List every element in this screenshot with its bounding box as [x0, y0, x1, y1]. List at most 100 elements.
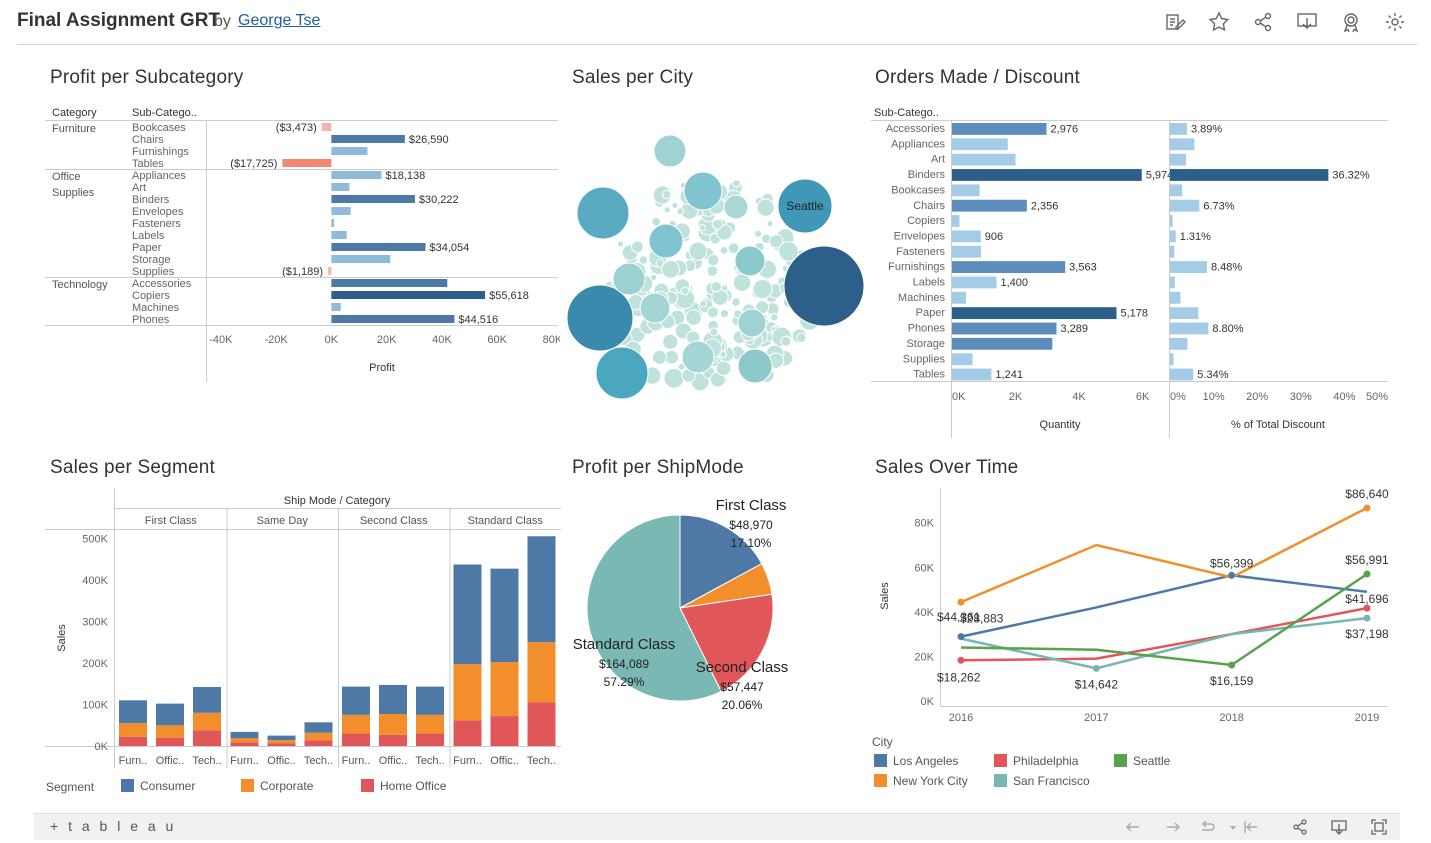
discount-bar[interactable]	[1170, 184, 1183, 197]
reset-icon[interactable]	[1242, 818, 1260, 836]
city-bubble[interactable]	[680, 286, 690, 296]
segment-bar[interactable]	[379, 734, 407, 746]
city-bubble[interactable]	[754, 229, 763, 238]
city-bubble[interactable]	[737, 348, 773, 384]
profit-bar[interactable]	[331, 219, 334, 227]
segment-bar[interactable]	[304, 740, 333, 746]
quantity-bar[interactable]	[952, 199, 1027, 212]
city-bubble[interactable]	[595, 346, 649, 400]
city-bubble[interactable]	[715, 360, 732, 377]
city-bubble[interactable]	[706, 265, 719, 277]
quantity-bar[interactable]	[952, 291, 966, 304]
discount-bar[interactable]	[1170, 276, 1175, 289]
city-legend-new-york[interactable]: New York City	[874, 774, 968, 788]
profit-bar[interactable]	[282, 159, 332, 167]
segment-bar[interactable]	[416, 686, 444, 715]
segment-bar[interactable]	[342, 733, 370, 746]
download-icon[interactable]	[1330, 818, 1348, 836]
segment-bar[interactable]	[527, 702, 556, 746]
discount-bar[interactable]	[1170, 153, 1187, 166]
segment-bar[interactable]	[379, 684, 407, 715]
segment-bar[interactable]	[342, 714, 370, 734]
city-bubble[interactable]	[639, 292, 671, 324]
badge-icon[interactable]	[1340, 11, 1362, 33]
city-bubble[interactable]	[734, 245, 766, 277]
city-bubble[interactable]	[698, 223, 707, 232]
segment-bar[interactable]	[156, 725, 184, 738]
quantity-bar[interactable]	[952, 123, 1047, 135]
quantity-bar[interactable]	[952, 368, 992, 381]
discount-bar[interactable]	[1170, 215, 1173, 227]
segment-bar[interactable]	[156, 737, 184, 746]
point-marker[interactable]	[1363, 614, 1371, 622]
profit-bar[interactable]	[331, 195, 415, 203]
city-bubble[interactable]	[661, 259, 680, 279]
segment-bar[interactable]	[490, 568, 519, 663]
segment-bar[interactable]	[230, 738, 259, 743]
discount-bar[interactable]	[1170, 199, 1200, 212]
city-bubble[interactable]	[711, 218, 723, 230]
profit-bar[interactable]	[328, 267, 332, 275]
city-bubble[interactable]	[651, 349, 668, 365]
profit-shipmode-pie-chart[interactable]: First Class $48,970 17.10% Standard Class $1…	[560, 490, 870, 720]
redo-icon[interactable]	[1164, 818, 1182, 836]
discount-bar[interactable]	[1170, 291, 1181, 304]
city-legend-philadelphia[interactable]: Philadelphia	[994, 754, 1078, 768]
profit-bar[interactable]	[331, 315, 455, 323]
segment-bar[interactable]	[193, 712, 221, 731]
city-bubble[interactable]	[706, 253, 720, 267]
profit-bar[interactable]	[331, 291, 486, 299]
profit-bar[interactable]	[321, 123, 332, 131]
segment-bar[interactable]	[342, 686, 370, 715]
segment-bar[interactable]	[156, 703, 184, 726]
gear-icon[interactable]	[1384, 11, 1406, 33]
city-bubble[interactable]	[710, 280, 723, 293]
segment-bar[interactable]	[119, 736, 147, 746]
city-bubble[interactable]	[783, 245, 865, 327]
profit-bar[interactable]	[331, 243, 426, 251]
quantity-bar[interactable]	[952, 138, 1008, 151]
segment-bar[interactable]	[453, 720, 482, 746]
city-legend-seattle[interactable]: Seattle	[1114, 754, 1170, 768]
point-marker[interactable]	[1092, 664, 1100, 672]
city-bubble[interactable]	[719, 309, 730, 319]
sales-city-bubble-chart[interactable]: Seattle	[560, 120, 870, 410]
point-marker[interactable]	[1363, 570, 1371, 578]
city-bubble[interactable]	[576, 186, 630, 240]
discount-bar[interactable]	[1170, 261, 1207, 273]
fullscreen-icon[interactable]	[1370, 818, 1388, 836]
city-bubble[interactable]	[663, 206, 671, 214]
quantity-bar[interactable]	[952, 230, 981, 243]
discount-bar[interactable]	[1170, 123, 1187, 135]
quantity-bar[interactable]	[952, 261, 1066, 273]
quantity-bar[interactable]	[952, 322, 1057, 335]
city-bubble[interactable]	[766, 220, 774, 228]
city-bubble[interactable]	[648, 223, 684, 259]
segment-bar[interactable]	[119, 723, 147, 737]
profit-bar[interactable]	[331, 279, 448, 287]
city-bubble[interactable]	[685, 309, 702, 326]
city-bubble[interactable]	[796, 332, 807, 344]
profit-bar[interactable]	[331, 207, 351, 215]
city-bubble[interactable]	[612, 262, 646, 296]
segment-bar[interactable]	[267, 740, 296, 744]
point-marker[interactable]	[1363, 504, 1371, 512]
city-bubble[interactable]	[706, 306, 719, 319]
city-bubble[interactable]	[780, 335, 792, 347]
profit-bar[interactable]	[331, 135, 405, 143]
segment-bar[interactable]	[230, 742, 259, 746]
quantity-bar[interactable]	[952, 215, 960, 227]
download-icon[interactable]	[1296, 11, 1318, 33]
city-bubble[interactable]	[663, 367, 685, 389]
share-icon[interactable]	[1252, 11, 1274, 33]
city-bubble[interactable]	[752, 278, 773, 300]
city-bubble[interactable]	[653, 134, 687, 168]
profit-bar[interactable]	[331, 255, 391, 263]
segment-bar[interactable]	[119, 700, 147, 724]
segment-legend-corporate[interactable]: Corporate	[241, 779, 313, 793]
quantity-bar[interactable]	[952, 353, 973, 366]
segment-bar[interactable]	[416, 733, 444, 746]
chevron-down-icon[interactable]	[1224, 818, 1236, 836]
segment-bar[interactable]	[490, 716, 519, 746]
city-bubble[interactable]	[727, 242, 740, 254]
